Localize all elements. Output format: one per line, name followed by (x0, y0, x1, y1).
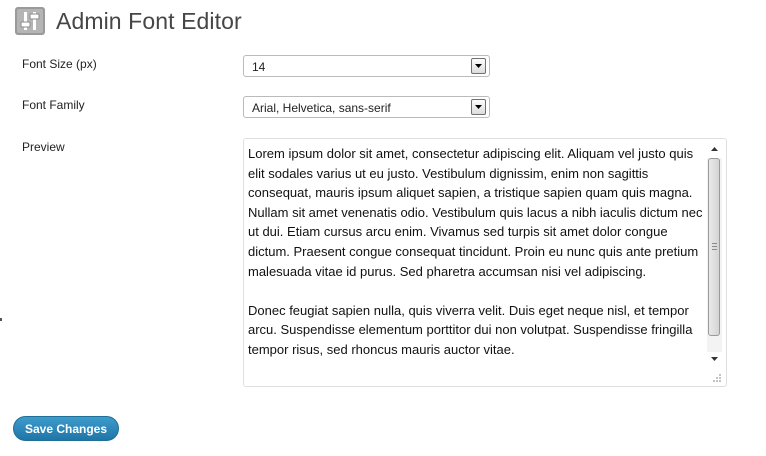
font-size-label: Font Size (px) (22, 57, 97, 71)
font-family-label: Font Family (22, 98, 85, 112)
scroll-up-button[interactable] (707, 142, 722, 158)
save-changes-button[interactable]: Save Changes (13, 416, 119, 441)
page-title: Admin Font Editor (56, 7, 242, 34)
font-size-select[interactable]: 14 (243, 55, 490, 77)
resize-grip-icon[interactable] (712, 373, 722, 383)
edge-marker (0, 318, 2, 321)
settings-sliders-icon (15, 7, 45, 35)
chevron-down-icon (475, 64, 482, 68)
preview-textarea[interactable]: Lorem ipsum dolor sit amet, consectetur … (243, 138, 727, 387)
font-family-value: Arial, Helvetica, sans-serif (252, 101, 391, 115)
chevron-down-icon (475, 105, 482, 109)
scroll-down-arrow-icon (711, 357, 718, 361)
page-header: Admin Font Editor (14, 6, 242, 36)
scroll-grip-icon (712, 243, 717, 250)
font-size-dropdown-button[interactable] (471, 58, 486, 74)
preview-label: Preview (22, 140, 65, 154)
preview-text: Lorem ipsum dolor sit amet, consectetur … (248, 146, 703, 357)
scroll-down-button[interactable] (707, 352, 722, 368)
scroll-track[interactable] (707, 158, 722, 352)
font-family-dropdown-button[interactable] (471, 99, 486, 115)
scroll-thumb[interactable] (708, 158, 720, 336)
preview-scrollbar[interactable] (707, 142, 722, 368)
font-size-value: 14 (252, 60, 266, 74)
font-family-select[interactable]: Arial, Helvetica, sans-serif (243, 96, 490, 118)
scroll-up-arrow-icon (711, 147, 718, 151)
